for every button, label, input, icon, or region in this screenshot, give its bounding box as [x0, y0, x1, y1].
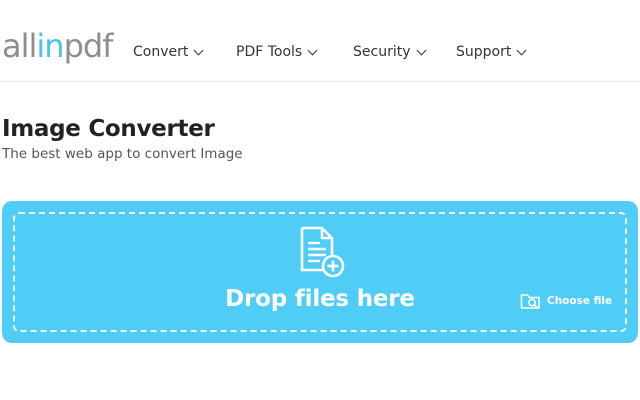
nav-support-label: Support [456, 44, 512, 60]
site-header: allinpdf Convert PDF Tools Security Supp… [0, 0, 640, 82]
logo-text-pdf: pdf [63, 27, 114, 65]
nav-pdf-tools[interactable]: PDF Tools [236, 40, 318, 64]
nav-security-label: Security [353, 44, 411, 60]
choose-file-label: Choose file [547, 295, 613, 307]
page-title: Image Converter [2, 116, 215, 142]
nav-convert[interactable]: Convert [133, 40, 204, 64]
nav-support[interactable]: Support [456, 40, 527, 64]
nav-security[interactable]: Security [353, 40, 426, 64]
chevron-down-icon [416, 45, 426, 55]
logo-text-all: all [2, 27, 37, 65]
nav-convert-label: Convert [133, 44, 189, 60]
chevron-down-icon [516, 45, 527, 55]
choose-file-button[interactable]: Choose file [520, 289, 612, 313]
allinpdf-logo[interactable]: allinpdf [2, 26, 114, 66]
chevron-down-icon [307, 45, 318, 55]
logo-text-in: in [36, 27, 64, 65]
file-dropzone[interactable]: Drop files here Choose file [2, 201, 638, 343]
folder-search-icon [520, 294, 540, 309]
file-add-icon [300, 226, 345, 278]
chevron-down-icon [193, 45, 204, 55]
nav-pdf-tools-label: PDF Tools [236, 44, 303, 60]
page-subtitle: The best web app to convert Image [2, 146, 243, 162]
